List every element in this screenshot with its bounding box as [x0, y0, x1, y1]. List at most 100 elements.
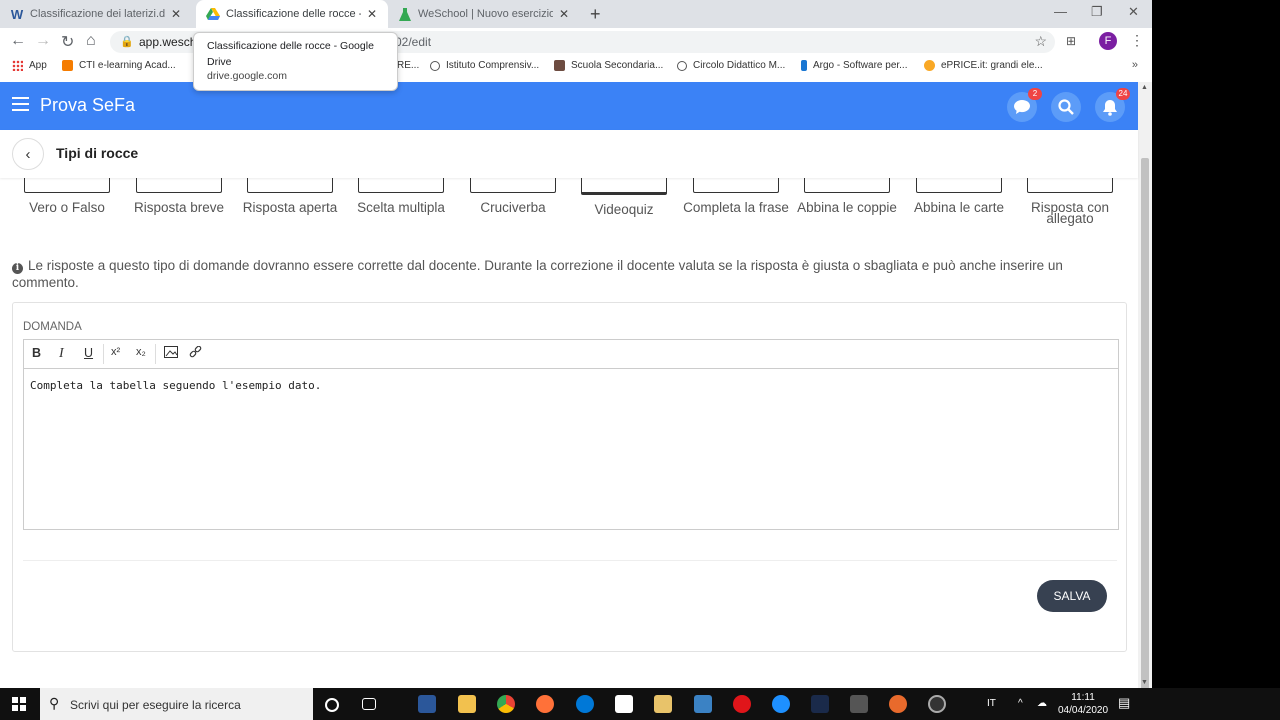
- tab-drive[interactable]: Classificazione delle rocce - Goog ✕: [196, 0, 388, 28]
- word-app-icon[interactable]: [418, 695, 436, 713]
- back-button[interactable]: ‹: [12, 138, 44, 170]
- restore-icon[interactable]: ❐: [1091, 4, 1103, 20]
- taskbar-search[interactable]: ⚲ Scrivi qui per eseguire la ricerca: [40, 688, 313, 720]
- link-button[interactable]: [189, 345, 202, 362]
- editor-toolbar: B I U x² x₂: [24, 340, 1118, 369]
- image-button[interactable]: [164, 346, 178, 361]
- chat-button[interactable]: 2: [1007, 88, 1042, 122]
- extensions-icon[interactable]: ⊞: [1066, 34, 1076, 48]
- language-indicator[interactable]: IT: [987, 698, 996, 709]
- task-view-icon[interactable]: [362, 698, 376, 710]
- file-explorer-icon[interactable]: [458, 695, 476, 713]
- new-tab-button[interactable]: +: [590, 4, 601, 25]
- close-icon[interactable]: ✕: [367, 7, 377, 21]
- bold-button[interactable]: B: [32, 346, 41, 360]
- type-abbina-carte[interactable]: Abbina le carte: [904, 178, 1014, 214]
- browser-window: W Classificazione dei laterizi.docx - ✕ …: [0, 0, 1152, 688]
- bookmark-app[interactable]: App: [12, 60, 47, 71]
- windows-taskbar: ⚲ Scrivi qui per eseguire la ricerca IT …: [0, 688, 1280, 720]
- type-thumbnail: [24, 178, 110, 193]
- store-icon[interactable]: [615, 695, 633, 713]
- chevron-double-right-icon[interactable]: »: [1132, 59, 1138, 71]
- search-button[interactable]: [1051, 92, 1081, 122]
- bookmark-circolo[interactable]: Circolo Didattico M...: [677, 60, 785, 71]
- media-player-icon[interactable]: [654, 695, 672, 713]
- back-icon[interactable]: ←: [10, 32, 26, 50]
- calculator-icon[interactable]: [850, 695, 868, 713]
- underline-button[interactable]: U: [84, 346, 93, 360]
- firefox-icon[interactable]: [536, 695, 554, 713]
- school-icon: [554, 60, 565, 71]
- menu-icon[interactable]: ⋮: [1130, 32, 1144, 49]
- close-window-icon[interactable]: ✕: [1128, 4, 1139, 20]
- type-cruciverba[interactable]: Cruciverba: [458, 178, 568, 214]
- obs-icon[interactable]: [928, 695, 946, 713]
- type-risposta-breve[interactable]: Risposta breve: [124, 178, 234, 214]
- notifications-button[interactable]: 24: [1095, 88, 1130, 122]
- type-abbina-coppie[interactable]: Abbina le coppie: [792, 178, 902, 214]
- question-editor[interactable]: B I U x² x₂ Completa la tabella seguendo…: [23, 339, 1119, 530]
- opera-icon[interactable]: [733, 695, 751, 713]
- bookmark-argo[interactable]: Argo - Software per...: [801, 60, 908, 71]
- close-icon[interactable]: ✕: [171, 7, 181, 21]
- scrollbar-thumb[interactable]: [1141, 158, 1149, 688]
- tab-weschool[interactable]: WeSchool | Nuovo esercizio ✕: [388, 0, 583, 28]
- scroll-down-icon[interactable]: ▼: [1141, 679, 1148, 686]
- star-icon[interactable]: ☆: [1034, 33, 1047, 50]
- bookmark-cti[interactable]: CTI e-learning Acad...: [62, 60, 176, 71]
- edge-icon[interactable]: [576, 695, 594, 713]
- app-orange-icon[interactable]: [889, 695, 907, 713]
- bookmark-istituto[interactable]: Istituto Comprensiv...: [430, 60, 539, 71]
- search-icon: ⚲: [49, 695, 60, 711]
- link-icon: [189, 345, 202, 358]
- toolbar-separator: [155, 344, 156, 364]
- mail-icon[interactable]: [694, 695, 712, 713]
- hamburger-menu-icon[interactable]: [12, 97, 29, 111]
- close-icon[interactable]: ✕: [559, 7, 569, 21]
- bookmark-re[interactable]: RE...: [397, 60, 419, 71]
- type-thumbnail: [693, 178, 779, 193]
- type-scelta-multipla[interactable]: Scelta multipla: [346, 178, 456, 214]
- tab-word-doc[interactable]: W Classificazione dei laterizi.docx - ✕: [0, 0, 195, 28]
- italic-button[interactable]: I: [59, 346, 64, 362]
- type-completa-frase[interactable]: Completa la frase: [681, 178, 791, 214]
- type-risposta-allegato[interactable]: Risposta con allegato: [1015, 178, 1125, 225]
- subscript-button[interactable]: x₂: [136, 346, 146, 358]
- internet-explorer-icon[interactable]: [772, 695, 790, 713]
- type-videoquiz[interactable]: Videoquiz: [569, 178, 679, 216]
- page-scrollbar[interactable]: ▲ ▼: [1138, 82, 1152, 688]
- chevron-up-icon[interactable]: ^: [1018, 698, 1023, 709]
- notification-center-icon[interactable]: ▤: [1118, 695, 1130, 711]
- type-risposta-aperta[interactable]: Risposta aperta: [235, 178, 345, 214]
- avatar[interactable]: F: [1099, 32, 1117, 50]
- drive-icon: [206, 7, 220, 21]
- argo-icon: [801, 60, 807, 71]
- windows-start-icon[interactable]: [12, 697, 26, 711]
- taskbar-clock[interactable]: 11:11 04/04/2020: [1058, 691, 1108, 717]
- notifications-badge: 24: [1116, 88, 1130, 100]
- home-icon[interactable]: ⌂: [86, 32, 96, 50]
- chrome-icon[interactable]: [497, 695, 515, 713]
- bookmark-scuola[interactable]: Scuola Secondaria...: [554, 60, 663, 71]
- bell-icon: [1103, 99, 1117, 116]
- minimize-icon[interactable]: —: [1054, 4, 1067, 19]
- forward-icon[interactable]: →: [35, 32, 51, 50]
- question-text[interactable]: Completa la tabella seguendo l'esempio d…: [30, 379, 321, 392]
- bookmark-eprice[interactable]: ePRICE.it: grandi ele...: [924, 60, 1043, 71]
- save-button[interactable]: SALVA: [1037, 580, 1107, 612]
- bookmarks-bar: App CTI e-learning Acad... RE... Istitut…: [0, 56, 1152, 78]
- type-thumbnail: [136, 178, 222, 193]
- cloud-icon[interactable]: ☁: [1037, 698, 1047, 709]
- reload-icon[interactable]: ↻: [61, 32, 74, 52]
- tab-strip: W Classificazione dei laterizi.docx - ✕ …: [0, 0, 1152, 28]
- chat-badge: 2: [1028, 88, 1042, 100]
- globe-icon: [677, 60, 687, 71]
- cortana-icon[interactable]: [325, 698, 339, 712]
- type-vero-falso[interactable]: Vero o Falso: [12, 178, 122, 214]
- amazon-music-icon[interactable]: [811, 695, 829, 713]
- info-icon: i: [12, 263, 23, 274]
- word-icon: W: [10, 6, 24, 22]
- tab-tooltip: Classificazione delle rocce - Google Dri…: [193, 32, 398, 91]
- scroll-up-icon[interactable]: ▲: [1141, 84, 1148, 91]
- superscript-button[interactable]: x²: [111, 346, 120, 358]
